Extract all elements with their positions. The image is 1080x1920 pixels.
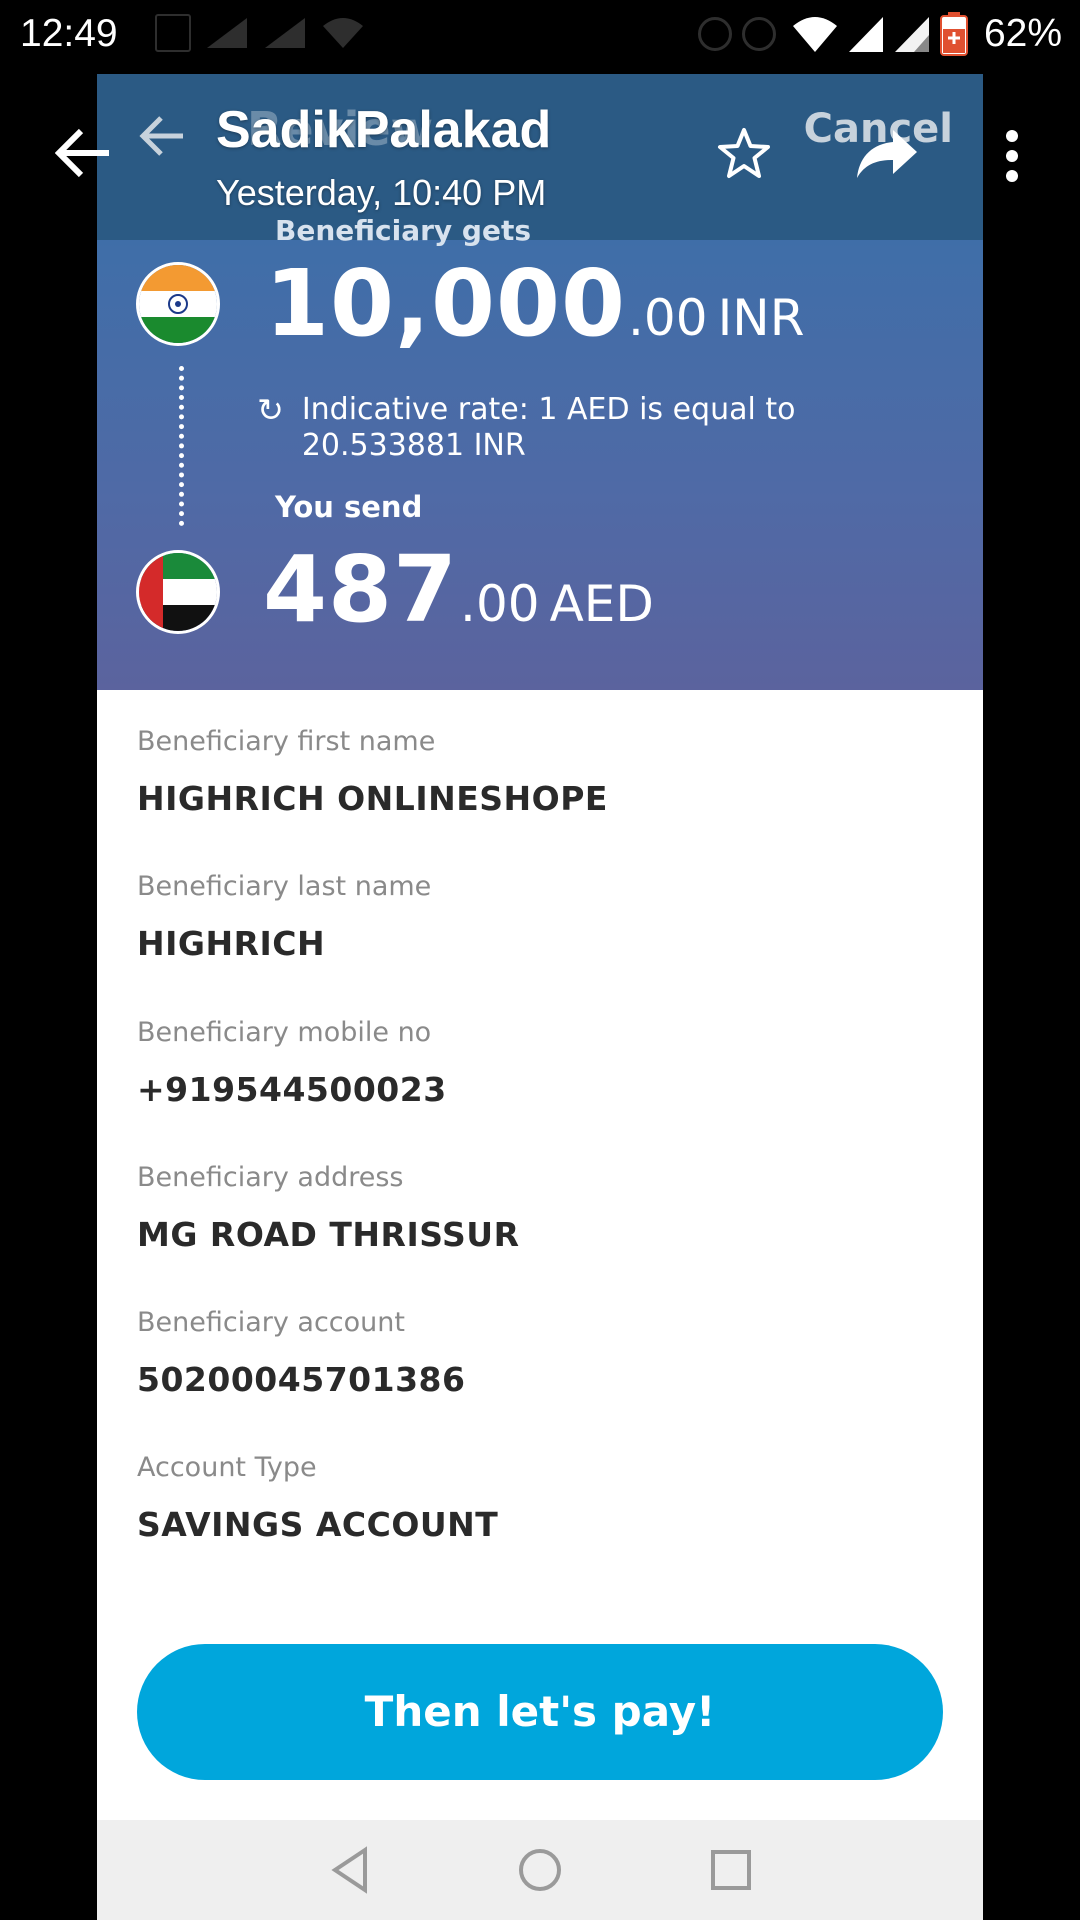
send-currency: AED [549, 575, 654, 633]
connector-line [179, 366, 184, 526]
amount-panel: Beneficiary gets 10,000.00 INR ↻ Indicat… [97, 214, 983, 690]
india-flag-icon [136, 262, 220, 346]
field-account: Beneficiary account 50200045701386 [137, 1307, 465, 1399]
you-send-amount: 487.00 AED [263, 536, 654, 643]
status-time: 12:49 [20, 12, 118, 55]
gets-amount-integer: 10,000 [265, 250, 627, 357]
pay-button[interactable]: Then let's pay! [137, 1644, 943, 1780]
status-bar: 12:49 62% [0, 0, 1080, 74]
alarm-icon [741, 17, 776, 51]
field-value: SAVINGS ACCOUNT [137, 1505, 499, 1544]
field-value: HIGHRICH ONLINESHOPE [137, 779, 608, 818]
field-value: 50200045701386 [137, 1360, 466, 1399]
indicative-rate: ↻ Indicative rate: 1 AED is equal to 20.… [257, 392, 822, 464]
nav-back-icon[interactable] [325, 1844, 377, 1896]
field-value: HIGHRICH [137, 924, 326, 963]
nav-home-icon[interactable] [514, 1844, 566, 1896]
send-amount-integer: 487 [263, 536, 459, 643]
field-account-type: Account Type SAVINGS ACCOUNT [137, 1452, 498, 1544]
volte-icon [155, 14, 191, 52]
field-label: Account Type [137, 1452, 317, 1483]
message-timestamp: Yesterday, 10:40 PM [216, 172, 547, 213]
battery-icon [939, 12, 968, 56]
field-label: Beneficiary mobile no [137, 1017, 432, 1048]
gets-currency: INR [717, 289, 805, 347]
field-address: Beneficiary address MG ROAD THRISSUR [137, 1162, 520, 1254]
signal-icon [848, 17, 883, 52]
more-vert-icon[interactable] [1000, 128, 1024, 184]
send-amount-decimal: .00 [460, 575, 540, 633]
android-nav-bar [97, 1820, 983, 1920]
notification-icons [155, 14, 365, 52]
field-label: Beneficiary address [137, 1162, 404, 1193]
wifi-icon [323, 18, 363, 48]
field-first-name: Beneficiary first name HIGHRICH ONLINESH… [137, 726, 608, 818]
star-icon[interactable] [716, 126, 772, 182]
back-arrow-icon[interactable] [55, 128, 111, 178]
battery-percentage: 62% [983, 12, 1062, 55]
viewer-toolbar: SadikPalakad Yesterday, 10:40 PM [0, 74, 1080, 240]
headset-icon [697, 17, 732, 51]
signal-icon [265, 18, 305, 48]
gets-amount-decimal: .00 [628, 289, 708, 347]
nav-recents-icon[interactable] [705, 1844, 757, 1896]
field-label: Beneficiary account [137, 1307, 405, 1338]
share-icon[interactable] [855, 126, 919, 182]
field-mobile: Beneficiary mobile no +919544500023 [137, 1017, 447, 1109]
transfer-review-screen: Review Cancel Beneficiary gets 10,000.00… [97, 74, 983, 1920]
faint-status-icons [697, 17, 776, 51]
wifi-icon [792, 17, 837, 52]
you-send-label: You send [275, 490, 423, 524]
refresh-icon: ↻ [257, 391, 284, 429]
field-value: +919544500023 [137, 1070, 447, 1109]
field-value: MG ROAD THRISSUR [137, 1215, 520, 1254]
field-last-name: Beneficiary last name HIGHRICH [137, 871, 431, 963]
signal-icon [207, 18, 247, 48]
field-label: Beneficiary last name [137, 871, 432, 902]
signal-icon [894, 17, 929, 52]
uae-flag-icon [136, 550, 220, 634]
status-right: 62% [697, 12, 1062, 56]
sender-name: SadikPalakad [216, 101, 552, 159]
rate-text: Indicative rate: 1 AED is equal to 20.53… [301, 392, 796, 463]
beneficiary-gets-amount: 10,000.00 INR [265, 250, 804, 357]
field-label: Beneficiary first name [137, 726, 436, 757]
